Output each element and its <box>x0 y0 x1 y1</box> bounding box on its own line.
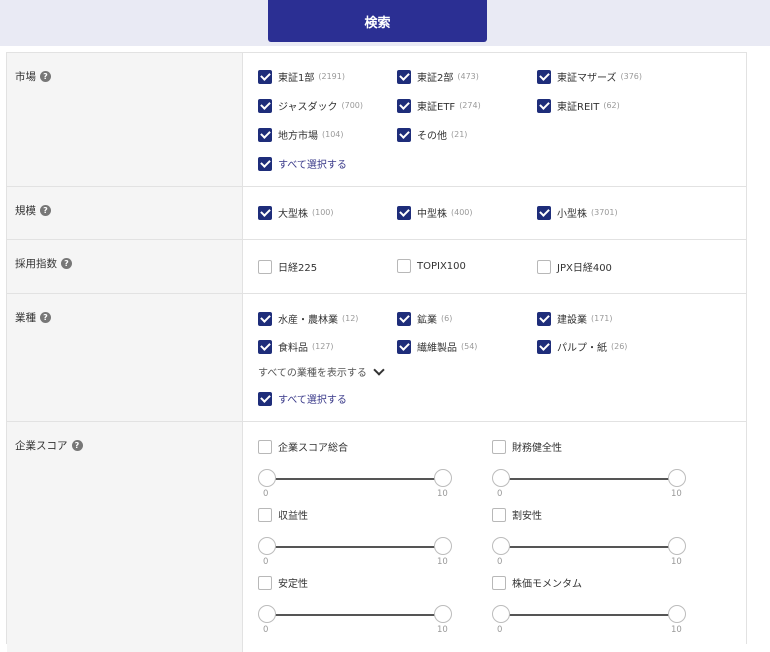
scale-row: 規模? 大型株 (100) 中型株 (400) 小型株 (3701) <box>7 187 746 240</box>
score-row: 企業スコア? 企業スコア総合 0 10 財務健全性 0 10 収益性 0 10 割安性… <box>7 422 746 652</box>
checkbox-icon[interactable] <box>258 391 272 406</box>
checkbox-market-select-all[interactable]: すべて選択する <box>258 156 347 171</box>
slider-score-total[interactable]: 0 10 <box>258 466 452 499</box>
checkbox-icon[interactable] <box>258 156 272 171</box>
checkbox-icon[interactable] <box>537 339 551 354</box>
checkbox-icon[interactable] <box>397 205 411 220</box>
checkbox-market-mothers[interactable]: 東証マザーズ (376) <box>537 69 642 84</box>
checkbox-index-nikkei225[interactable]: 日経225 <box>258 259 317 274</box>
help-icon[interactable]: ? <box>40 71 51 82</box>
market-label: 市場? <box>15 69 51 84</box>
checkbox-icon[interactable] <box>492 439 506 454</box>
filter-panel: 市場? 東証1部 (2191) 東証2部 (473) 東証マザーズ (376) ジャス… <box>6 52 747 652</box>
checkbox-icon[interactable] <box>397 259 411 273</box>
checkbox-market-etf[interactable]: 東証ETF (274) <box>397 98 481 113</box>
checkbox-industry-pulp[interactable]: パルプ・紙 (26) <box>537 339 627 354</box>
slider-min-handle[interactable] <box>492 605 510 623</box>
checkbox-icon[interactable] <box>258 575 272 590</box>
checkbox-icon[interactable] <box>258 311 272 326</box>
checkbox-score-value[interactable]: 割安性 <box>492 507 542 522</box>
checkbox-icon[interactable] <box>258 339 272 354</box>
chevron-down-icon <box>373 363 385 376</box>
checkbox-icon[interactable] <box>397 127 411 142</box>
checkbox-score-total[interactable]: 企業スコア総合 <box>258 439 348 454</box>
slider-max-handle[interactable] <box>668 469 686 487</box>
checkbox-market-reit[interactable]: 東証REIT (62) <box>537 98 620 113</box>
checkbox-industry-select-all[interactable]: すべて選択する <box>258 391 347 406</box>
index-label: 採用指数? <box>15 256 72 271</box>
checkbox-icon[interactable] <box>537 205 551 220</box>
checkbox-industry-textile[interactable]: 繊維製品 (54) <box>397 339 477 354</box>
slider-max-handle[interactable] <box>668 605 686 623</box>
slider-score-stability[interactable]: 0 10 <box>258 602 452 635</box>
checkbox-industry-fishery[interactable]: 水産・農林業 (12) <box>258 311 358 326</box>
industry-row: 業種? 水産・農林業 (12) 鉱業 (6) 建設業 (171) 食料品 (127) 繊… <box>7 294 746 422</box>
checkbox-industry-food[interactable]: 食料品 (127) <box>258 339 334 354</box>
slider-score-momentum[interactable]: 0 10 <box>492 602 686 635</box>
checkbox-icon[interactable] <box>258 259 272 274</box>
checkbox-market-local[interactable]: 地方市場 (104) <box>258 127 344 142</box>
checkbox-icon[interactable] <box>537 98 551 113</box>
slider-score-value[interactable]: 0 10 <box>492 534 686 567</box>
checkbox-scale-mid[interactable]: 中型株 (400) <box>397 205 473 220</box>
checkbox-icon[interactable] <box>492 575 506 590</box>
help-icon[interactable]: ? <box>40 205 51 216</box>
slider-min-handle[interactable] <box>258 537 276 555</box>
checkbox-icon[interactable] <box>537 311 551 326</box>
slider-score-financial-health[interactable]: 0 10 <box>492 466 686 499</box>
checkbox-icon[interactable] <box>258 205 272 220</box>
checkbox-scale-small[interactable]: 小型株 (3701) <box>537 205 618 220</box>
checkbox-score-profitability[interactable]: 収益性 <box>258 507 308 522</box>
checkbox-icon[interactable] <box>258 98 272 113</box>
slider-min-handle[interactable] <box>492 537 510 555</box>
slider-score-profitability[interactable]: 0 10 <box>258 534 452 567</box>
checkbox-icon[interactable] <box>258 127 272 142</box>
slider-max-handle[interactable] <box>434 605 452 623</box>
checkbox-scale-large[interactable]: 大型株 (100) <box>258 205 334 220</box>
checkbox-industry-mining[interactable]: 鉱業 (6) <box>397 311 452 326</box>
help-icon[interactable]: ? <box>71 440 83 451</box>
slider-max-handle[interactable] <box>668 537 686 555</box>
show-all-industries-link[interactable]: すべての業種を表示する <box>258 363 385 379</box>
checkbox-index-jpx400[interactable]: JPX日経400 <box>537 259 612 274</box>
checkbox-score-financial-health[interactable]: 財務健全性 <box>492 439 562 454</box>
scale-label: 規模? <box>15 203 51 218</box>
checkbox-icon[interactable] <box>492 507 506 522</box>
checkbox-market-other[interactable]: その他 (21) <box>397 127 467 142</box>
checkbox-icon[interactable] <box>537 259 551 274</box>
top-bar: 検索 <box>0 0 770 46</box>
checkbox-icon[interactable] <box>397 98 411 113</box>
industry-label: 業種? <box>15 310 51 325</box>
search-button[interactable]: 検索 <box>268 0 487 42</box>
index-row: 採用指数? 日経225 TOPIX100 JPX日経400 <box>7 240 746 294</box>
help-icon[interactable]: ? <box>61 258 72 269</box>
slider-min-handle[interactable] <box>492 469 510 487</box>
checkbox-score-momentum[interactable]: 株価モメンタム <box>492 575 582 590</box>
checkbox-icon[interactable] <box>397 339 411 354</box>
slider-min-handle[interactable] <box>258 469 276 487</box>
checkbox-icon[interactable] <box>537 69 551 84</box>
checkbox-icon[interactable] <box>258 507 272 522</box>
slider-min-handle[interactable] <box>258 605 276 623</box>
checkbox-icon[interactable] <box>258 69 272 84</box>
slider-max-handle[interactable] <box>434 537 452 555</box>
checkbox-index-topix100[interactable]: TOPIX100 <box>397 259 466 273</box>
checkbox-icon[interactable] <box>397 311 411 326</box>
score-label: 企業スコア? <box>15 438 83 453</box>
checkbox-score-stability[interactable]: 安定性 <box>258 575 308 590</box>
checkbox-industry-construction[interactable]: 建設業 (171) <box>537 311 613 326</box>
market-row: 市場? 東証1部 (2191) 東証2部 (473) 東証マザーズ (376) ジャス… <box>7 53 746 187</box>
checkbox-market-jasdaq[interactable]: ジャスダック (700) <box>258 98 363 113</box>
help-icon[interactable]: ? <box>40 312 51 323</box>
checkbox-icon[interactable] <box>397 69 411 84</box>
checkbox-icon[interactable] <box>258 439 272 454</box>
checkbox-market-tse2[interactable]: 東証2部 (473) <box>397 69 479 84</box>
checkbox-market-tse1[interactable]: 東証1部 (2191) <box>258 69 345 84</box>
slider-max-handle[interactable] <box>434 469 452 487</box>
